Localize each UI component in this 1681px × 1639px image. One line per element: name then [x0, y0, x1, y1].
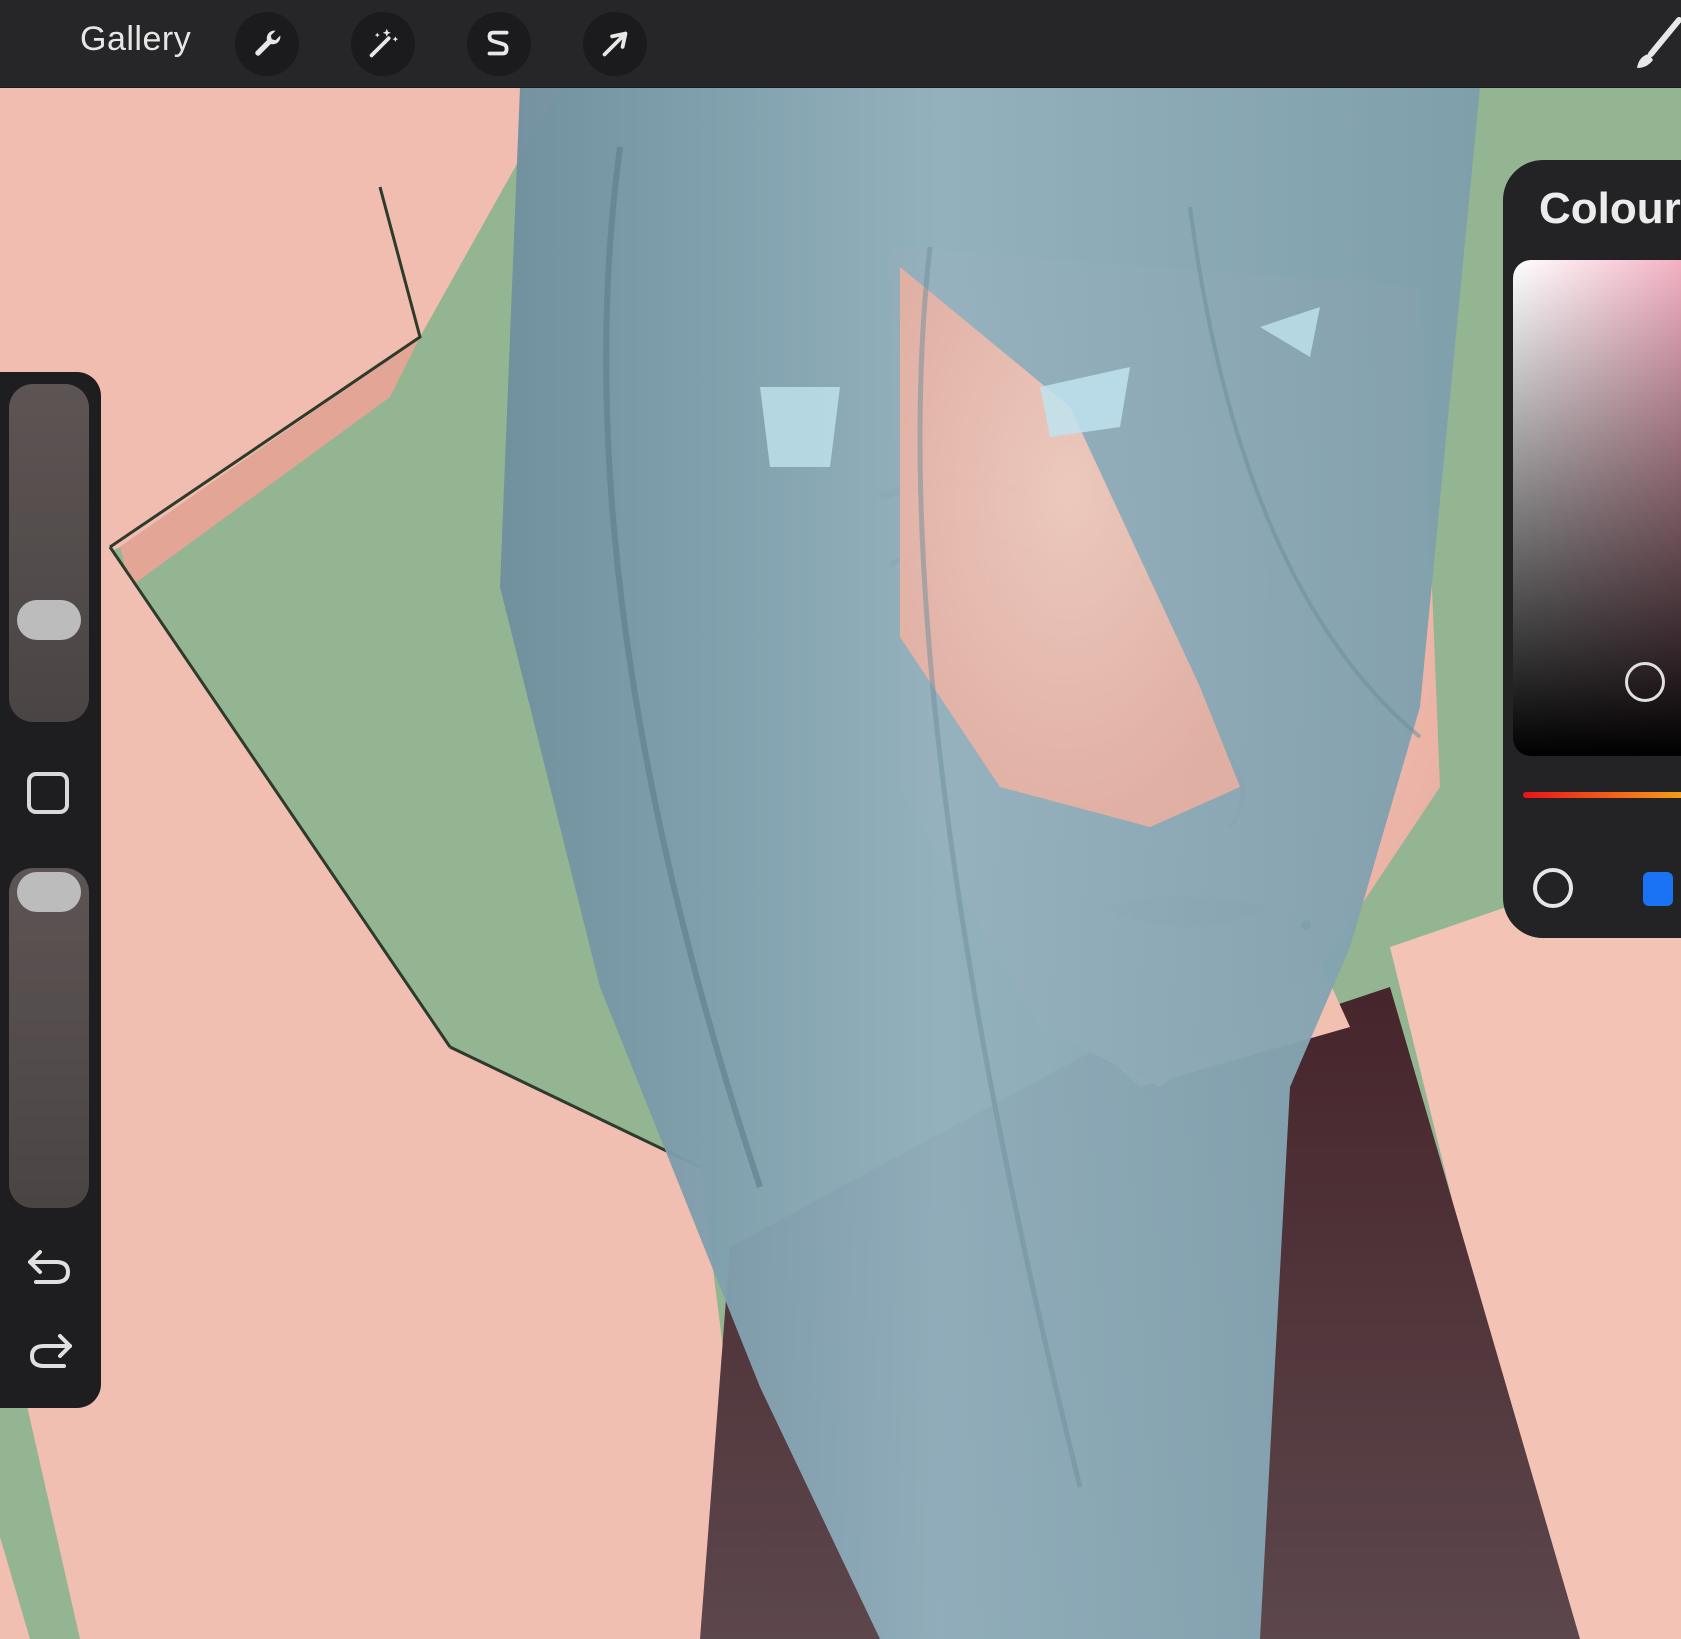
- saturation-brightness-field[interactable]: [1513, 260, 1681, 756]
- selection-s-icon: [487, 30, 509, 56]
- colour-panel: Colour: [1503, 160, 1681, 938]
- primary-colour-swatch[interactable]: [1533, 868, 1573, 908]
- colour-panel-title: Colour: [1539, 184, 1681, 233]
- recent-colour-swatch[interactable]: [1643, 872, 1673, 906]
- magic-wand-icon: [369, 28, 399, 58]
- top-toolbar: Gallery: [0, 0, 1681, 88]
- transform-arrow-icon: [602, 31, 628, 57]
- wrench-icon: [255, 30, 281, 56]
- selection-button[interactable]: [467, 12, 531, 76]
- modify-square-icon[interactable]: [27, 772, 69, 814]
- colour-picker-ring[interactable]: [1625, 662, 1665, 702]
- left-sidebar: [0, 372, 101, 1408]
- canvas-artwork: [0, 87, 1681, 1639]
- brush-opacity-slider[interactable]: [9, 868, 89, 1208]
- gallery-button[interactable]: Gallery: [80, 20, 191, 59]
- brush-icon[interactable]: [1631, 14, 1681, 74]
- adjustments-button[interactable]: [351, 12, 415, 76]
- hue-slider[interactable]: [1523, 792, 1681, 798]
- redo-icon[interactable]: [22, 1328, 78, 1374]
- undo-icon[interactable]: [22, 1244, 78, 1290]
- transform-button[interactable]: [583, 12, 647, 76]
- brush-size-thumb[interactable]: [17, 600, 81, 640]
- brush-opacity-thumb[interactable]: [17, 872, 81, 912]
- drawing-canvas[interactable]: [0, 87, 1681, 1639]
- brush-size-slider[interactable]: [9, 384, 89, 722]
- actions-button[interactable]: [235, 12, 299, 76]
